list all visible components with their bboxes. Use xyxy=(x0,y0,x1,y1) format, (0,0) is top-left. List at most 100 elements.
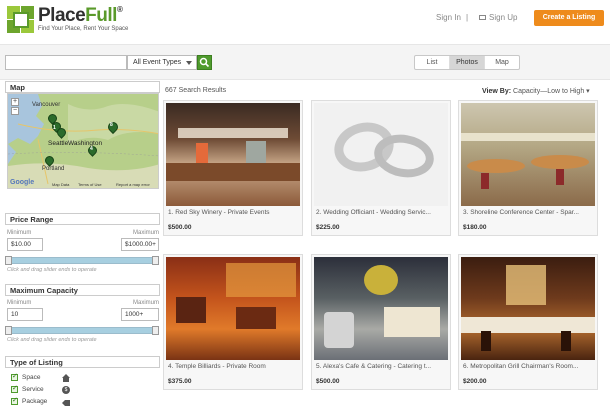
search-icon xyxy=(199,57,210,68)
listing-card[interactable]: 3. Shoreline Conference Center - Spar...… xyxy=(458,100,598,236)
chevron-down-icon xyxy=(186,61,192,65)
listing-title[interactable]: 6. Metropolitan Grill Chairman's Room... xyxy=(463,363,595,370)
listing-title[interactable]: 1. Red Sky Winery - Private Events xyxy=(168,209,300,216)
map-city-label: Seattle xyxy=(48,140,69,147)
map-view[interactable]: + − Vancouver Seattle Washington Portlan… xyxy=(7,93,159,189)
listing-price: $500.00 xyxy=(168,224,192,231)
search-bar-row: All Event Types List Photos Map xyxy=(0,44,610,80)
zoom-out-button[interactable]: − xyxy=(11,107,19,115)
capacity-title: Maximum Capacity xyxy=(5,284,160,296)
checkbox-package[interactable] xyxy=(11,396,18,405)
price-slider-hint: Click and drag slider ends to operate xyxy=(7,267,97,273)
capacity-min-label: Minimum xyxy=(7,300,32,306)
listing-price: $180.00 xyxy=(463,224,487,231)
home-icon xyxy=(62,374,70,382)
zoom-in-button[interactable]: + xyxy=(11,98,19,106)
brand-name-place: Place xyxy=(38,5,86,26)
capacity-max-label: Maximum xyxy=(133,300,160,306)
sign-up-label: Sign Up xyxy=(489,13,518,22)
report-error-link[interactable]: Report a map error xyxy=(116,182,150,187)
search-input[interactable] xyxy=(5,55,127,70)
listing-photo[interactable] xyxy=(314,257,448,360)
sign-in-link[interactable]: Sign In xyxy=(436,13,461,22)
price-slider[interactable] xyxy=(5,256,159,265)
listing-title[interactable]: 3. Shoreline Conference Center - Spar... xyxy=(463,209,595,216)
brand-name-full: Full xyxy=(85,5,117,26)
brand-registered-mark: ® xyxy=(116,5,123,14)
listing-title[interactable]: 5. Alexa's Cafe & Catering - Catering t.… xyxy=(316,363,448,370)
search-button[interactable] xyxy=(197,55,212,70)
pin-count: 1 xyxy=(53,125,56,131)
results-count-label: Search Results xyxy=(178,87,227,94)
listing-price: $200.00 xyxy=(463,378,487,385)
listing-photo[interactable] xyxy=(314,103,448,206)
listing-photo[interactable] xyxy=(166,257,300,360)
listing-type-label: Space xyxy=(22,374,41,382)
brand-tagline: Find Your Place, Rent Your Space xyxy=(38,26,129,32)
listing-price: $375.00 xyxy=(168,378,192,385)
sort-control[interactable]: View By: Capacity—Low to High ▾ xyxy=(482,87,590,95)
listing-photo[interactable] xyxy=(461,257,595,360)
site-header: PlaceFull® Find Your Place, Rent Your Sp… xyxy=(0,0,610,44)
listing-type-service[interactable]: Service xyxy=(11,384,44,396)
capacity-slider-hint: Click and drag slider ends to operate xyxy=(7,337,97,343)
price-min-label: Minimum xyxy=(7,230,32,236)
listing-card[interactable]: 5. Alexa's Cafe & Catering - Catering t.… xyxy=(311,254,451,390)
sign-up-link[interactable]: Sign Up xyxy=(479,13,517,22)
pin-count: 8 xyxy=(110,122,113,128)
service-icon: $ xyxy=(62,386,70,394)
price-slider-min-handle[interactable] xyxy=(5,256,12,265)
pin-count: 4 xyxy=(90,146,93,152)
view-photos-tab[interactable]: Photos xyxy=(450,56,485,69)
capacity-slider[interactable] xyxy=(5,326,159,335)
view-mode-toggle: List Photos Map xyxy=(414,55,520,70)
event-type-value: All Event Types xyxy=(133,59,182,66)
sort-label: View By: xyxy=(482,88,512,95)
checkbox-space[interactable] xyxy=(11,372,18,381)
signin-divider: | xyxy=(466,13,469,22)
listing-type-label: Package xyxy=(22,398,48,406)
results-count-number: 667 xyxy=(165,87,177,94)
price-max-label: Maximum xyxy=(133,230,160,236)
listing-type-title: Type of Listing xyxy=(5,356,160,368)
google-logo: Google xyxy=(10,179,35,186)
map-city-label: Vancouver xyxy=(32,102,61,108)
checkbox-service[interactable] xyxy=(11,384,18,393)
terms-link[interactable]: Terms of Use xyxy=(78,182,102,187)
capacity-max-input[interactable]: 1000+ xyxy=(121,308,159,321)
event-type-select[interactable]: All Event Types xyxy=(127,55,197,70)
listing-photo[interactable] xyxy=(166,103,300,206)
listing-card[interactable]: 4. Temple Billiards - Private Room $375.… xyxy=(163,254,303,390)
sort-value: Capacity—Low to High xyxy=(513,88,585,95)
capacity-slider-min-handle[interactable] xyxy=(5,326,12,335)
listing-price: $225.00 xyxy=(316,224,340,231)
listing-title[interactable]: 2. Wedding Officiant - Wedding Servic... xyxy=(316,209,448,216)
chevron-down-icon: ▾ xyxy=(586,88,590,95)
filter-sidebar: Map + − Vancouver Seattle Washington Por… xyxy=(5,81,160,411)
tag-icon xyxy=(62,399,70,406)
listing-type-space[interactable]: Space xyxy=(11,372,41,384)
map-data-link[interactable]: Map Data xyxy=(52,182,69,187)
price-min-input[interactable]: $10.00 xyxy=(7,238,43,251)
create-listing-button[interactable]: Create a Listing xyxy=(534,10,604,26)
results-count: 667 Search Results xyxy=(165,87,226,94)
placefull-logo-icon[interactable] xyxy=(7,6,35,34)
listing-card[interactable]: 1. Red Sky Winery - Private Events $500.… xyxy=(163,100,303,236)
map-state-label: Washington xyxy=(68,140,103,147)
map-city-label: Portland xyxy=(42,166,65,172)
envelope-icon xyxy=(479,15,486,21)
capacity-min-input[interactable]: 10 xyxy=(7,308,43,321)
price-range-title: Price Range xyxy=(5,213,160,225)
listing-title[interactable]: 4. Temple Billiards - Private Room xyxy=(168,363,300,370)
brand-name[interactable]: PlaceFull® xyxy=(38,5,123,27)
price-max-input[interactable]: $1000.00+ xyxy=(121,238,159,251)
view-list-tab[interactable]: List xyxy=(415,56,450,69)
listing-card[interactable]: 2. Wedding Officiant - Wedding Servic...… xyxy=(311,100,451,236)
price-slider-max-handle[interactable] xyxy=(152,256,159,265)
listing-photo[interactable] xyxy=(461,103,595,206)
listing-card[interactable]: 6. Metropolitan Grill Chairman's Room...… xyxy=(458,254,598,390)
listing-type-package[interactable]: Package xyxy=(11,396,48,408)
map-panel-title: Map xyxy=(5,81,160,93)
capacity-slider-max-handle[interactable] xyxy=(152,326,159,335)
view-map-tab[interactable]: Map xyxy=(485,56,519,69)
